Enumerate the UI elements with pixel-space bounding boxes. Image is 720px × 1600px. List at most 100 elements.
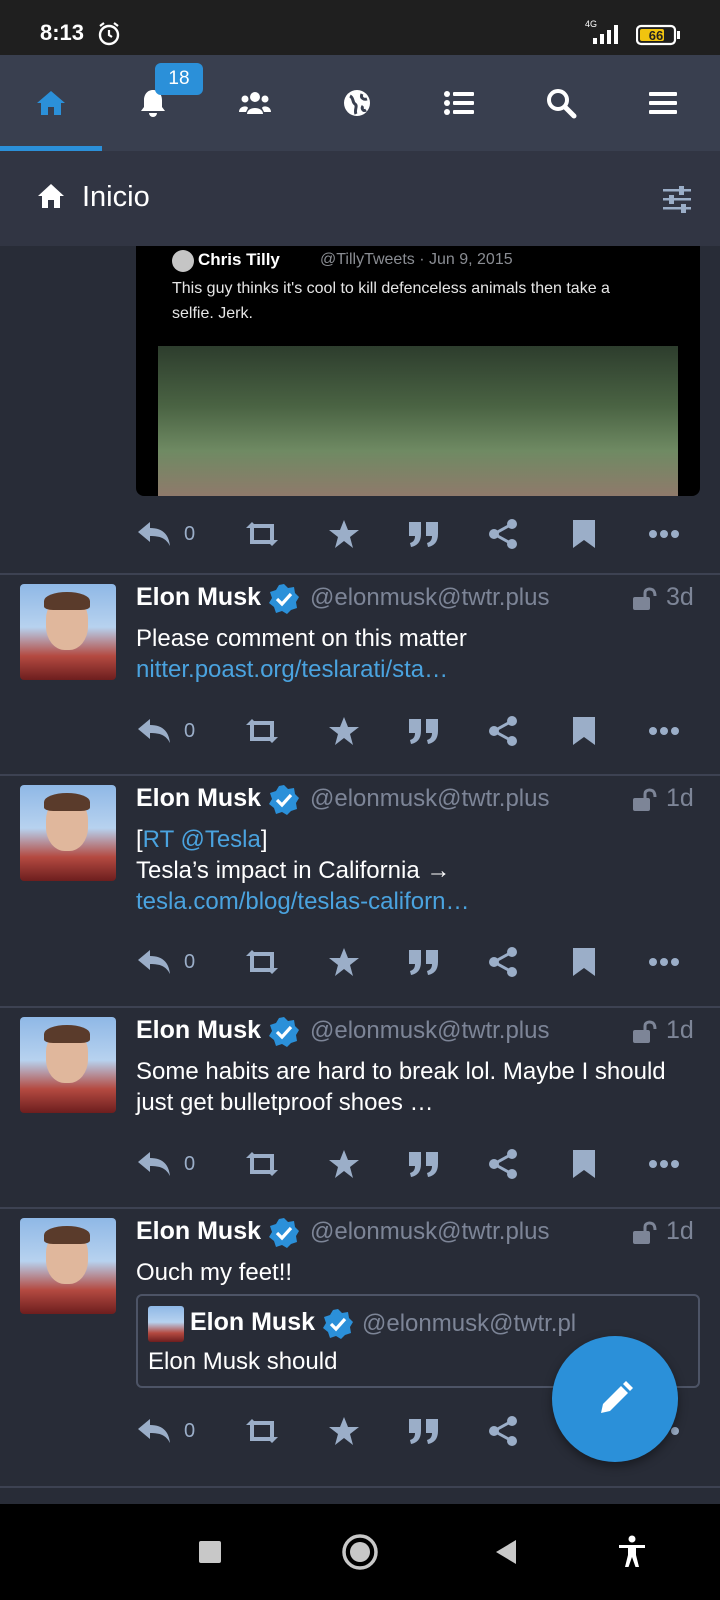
home-icon bbox=[37, 91, 65, 115]
reply-count: 0 bbox=[184, 1419, 196, 1442]
clock: 8:13 bbox=[40, 20, 85, 45]
share-button[interactable] bbox=[486, 1142, 522, 1186]
bookmark-icon bbox=[573, 717, 595, 745]
quote-icon bbox=[409, 719, 438, 744]
share-button[interactable] bbox=[486, 512, 522, 556]
ellipsis-icon bbox=[649, 727, 679, 735]
status-divider bbox=[0, 1486, 720, 1488]
reply-button[interactable]: 0 bbox=[136, 1142, 195, 1186]
status-text: Please comment on this matter bbox=[136, 625, 467, 652]
home-button[interactable] bbox=[338, 1530, 382, 1574]
quoted-text: Elon Musk should bbox=[148, 1348, 338, 1375]
avatar[interactable] bbox=[20, 785, 116, 881]
back-button[interactable] bbox=[484, 1530, 528, 1574]
status-card[interactable]: Elon Musk @elonmusk@twtr.plus 1d [RT @Te… bbox=[0, 776, 720, 1006]
share-button[interactable] bbox=[486, 709, 522, 753]
signal-icon: 4G bbox=[585, 19, 618, 44]
status-timestamp[interactable]: 1d bbox=[666, 784, 694, 813]
favourite-button[interactable] bbox=[326, 940, 362, 984]
accessibility-button[interactable] bbox=[610, 1530, 654, 1574]
author-name[interactable]: Elon Musk bbox=[136, 1217, 261, 1246]
circle-home-icon bbox=[342, 1534, 378, 1570]
more-button[interactable] bbox=[646, 709, 682, 753]
recents-button[interactable] bbox=[188, 1530, 232, 1574]
sliders-icon[interactable] bbox=[662, 185, 692, 213]
bookmark-button[interactable] bbox=[566, 940, 602, 984]
quote-button[interactable] bbox=[406, 940, 442, 984]
nav-federated[interactable] bbox=[306, 55, 408, 151]
status-content: Please comment on this matter nitter.poa… bbox=[136, 623, 696, 685]
alarm-icon bbox=[98, 22, 120, 46]
avatar[interactable] bbox=[20, 584, 116, 680]
reply-button[interactable]: 0 bbox=[136, 940, 195, 984]
verified-badge-icon bbox=[269, 1218, 299, 1248]
system-navigation-bar bbox=[0, 1504, 720, 1600]
boost-button[interactable] bbox=[244, 512, 280, 556]
star-icon bbox=[329, 520, 359, 548]
more-button[interactable] bbox=[646, 1142, 682, 1186]
favourite-button[interactable] bbox=[326, 512, 362, 556]
quote-button[interactable] bbox=[406, 709, 442, 753]
nav-lists[interactable] bbox=[408, 55, 510, 151]
more-button[interactable] bbox=[646, 512, 682, 556]
share-icon bbox=[489, 947, 517, 977]
share-button[interactable] bbox=[486, 1409, 522, 1453]
bookmark-button[interactable] bbox=[566, 512, 602, 556]
share-icon bbox=[489, 519, 517, 549]
reply-button[interactable]: 0 bbox=[136, 709, 195, 753]
bookmark-icon bbox=[573, 948, 595, 976]
reply-icon bbox=[138, 522, 170, 546]
nav-search[interactable] bbox=[510, 55, 612, 151]
quote-icon bbox=[409, 950, 438, 975]
star-icon bbox=[329, 1417, 359, 1445]
author-name[interactable]: Elon Musk bbox=[136, 784, 261, 813]
status-timestamp[interactable]: 1d bbox=[666, 1217, 694, 1246]
boost-button[interactable] bbox=[244, 1409, 280, 1453]
boost-button[interactable] bbox=[244, 1142, 280, 1186]
column-header: Inicio bbox=[0, 151, 720, 246]
bookmark-button[interactable] bbox=[566, 1142, 602, 1186]
more-button[interactable] bbox=[646, 940, 682, 984]
list-icon bbox=[444, 91, 474, 115]
quote-button[interactable] bbox=[406, 1142, 442, 1186]
boost-button[interactable] bbox=[244, 709, 280, 753]
bookmark-button[interactable] bbox=[566, 709, 602, 753]
favourite-button[interactable] bbox=[326, 1142, 362, 1186]
compose-button[interactable] bbox=[552, 1336, 678, 1462]
reply-button[interactable]: 0 bbox=[136, 1409, 195, 1453]
retweet-icon bbox=[246, 719, 278, 743]
nav-home[interactable] bbox=[0, 55, 102, 151]
status-link[interactable]: nitter.poast.org/teslarati/sta… bbox=[136, 654, 696, 685]
status-card[interactable]: Elon Musk @elonmusk@twtr.plus 1d Some ha… bbox=[0, 1008, 720, 1207]
status-actions: 0 bbox=[136, 940, 700, 984]
status-link[interactable]: tesla.com/blog/teslas-californ… bbox=[136, 886, 696, 917]
media-attachment[interactable]: Chris Tilly @TillyTweets · Jun 9, 2015 T… bbox=[136, 246, 700, 496]
battery-level: 66 bbox=[649, 28, 663, 43]
boost-button[interactable] bbox=[244, 940, 280, 984]
status-card[interactable]: Elon Musk @elonmusk@twtr.plus 3d Please … bbox=[0, 575, 720, 774]
favourite-button[interactable] bbox=[326, 1409, 362, 1453]
avatar[interactable] bbox=[20, 1218, 116, 1314]
share-button[interactable] bbox=[486, 940, 522, 984]
network-label: 4G bbox=[585, 19, 597, 29]
system-status-bar: 8:13 4G 66 bbox=[0, 0, 720, 55]
share-icon bbox=[489, 1416, 517, 1446]
status-timestamp[interactable]: 3d bbox=[666, 583, 694, 612]
quote-button[interactable] bbox=[406, 1409, 442, 1453]
pencil-icon bbox=[601, 1381, 633, 1413]
avatar[interactable] bbox=[20, 1017, 116, 1113]
quote-icon bbox=[409, 522, 438, 547]
nav-menu[interactable] bbox=[612, 55, 714, 151]
nav-communities[interactable] bbox=[204, 55, 306, 151]
author-name[interactable]: Elon Musk bbox=[136, 1016, 261, 1045]
author-name[interactable]: Elon Musk bbox=[136, 583, 261, 612]
favourite-button[interactable] bbox=[326, 709, 362, 753]
quote-button[interactable] bbox=[406, 512, 442, 556]
star-icon bbox=[329, 1150, 359, 1178]
reply-button[interactable]: 0 bbox=[136, 512, 195, 556]
status-actions: 0 bbox=[136, 709, 700, 753]
retweet-icon bbox=[246, 950, 278, 974]
status-timestamp[interactable]: 1d bbox=[666, 1016, 694, 1045]
rt-mention-link[interactable]: RT @Tesla bbox=[143, 826, 261, 853]
retweet-icon bbox=[246, 522, 278, 546]
